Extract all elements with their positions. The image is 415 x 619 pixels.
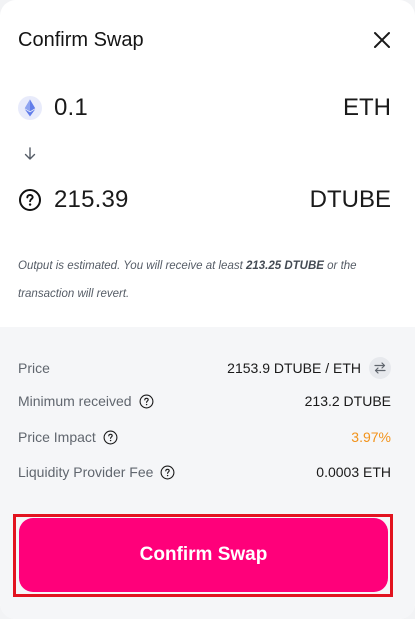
input-token-symbol: ETH [343, 94, 391, 121]
arrow-down-icon [24, 147, 36, 160]
input-token-row: 0.1 ETH [18, 90, 391, 126]
eth-logo-icon [18, 96, 42, 120]
lp-fee-label: Liquidity Provider Fee [18, 464, 154, 480]
question-icon[interactable] [160, 465, 175, 480]
price-impact-row: Price Impact 3.97% [18, 425, 391, 449]
price-value: 2153.9 DTUBE / ETH [227, 360, 361, 376]
question-icon[interactable] [103, 430, 118, 445]
price-impact-value: 3.97% [351, 429, 391, 445]
price-impact-label: Price Impact [18, 429, 96, 445]
modal-header: Confirm Swap [18, 24, 395, 56]
unknown-token-icon [18, 188, 42, 212]
price-label: Price [18, 360, 50, 376]
output-amount: 215.39 [54, 186, 129, 213]
estimate-note: Output is estimated. You will receive at… [18, 252, 385, 308]
price-row: Price 2153.9 DTUBE / ETH [18, 356, 391, 380]
modal-title: Confirm Swap [18, 28, 144, 51]
minimum-received-row: Minimum received 213.2 DTUBE [18, 389, 391, 413]
minimum-received-label: Minimum received [18, 393, 132, 409]
input-amount: 0.1 [54, 94, 88, 121]
minimum-received-value: 213.2 DTUBE [304, 393, 391, 409]
question-icon[interactable] [139, 394, 154, 409]
confirm-swap-button[interactable]: Confirm Swap [19, 518, 388, 592]
confirm-swap-modal: Confirm Swap 0.1 ETH 215.39 DTUBE Output… [0, 0, 415, 619]
output-token-symbol: DTUBE [309, 186, 391, 213]
swap-arrows-icon[interactable] [369, 357, 391, 379]
output-token-row: 215.39 DTUBE [18, 182, 391, 218]
estimate-note-prefix: Output is estimated. You will receive at… [18, 260, 246, 272]
lp-fee-row: Liquidity Provider Fee 0.0003 ETH [18, 460, 391, 484]
close-icon[interactable] [369, 27, 395, 53]
lp-fee-value: 0.0003 ETH [316, 464, 391, 480]
estimate-note-min-amount: 213.25 DTUBE [245, 260, 324, 272]
